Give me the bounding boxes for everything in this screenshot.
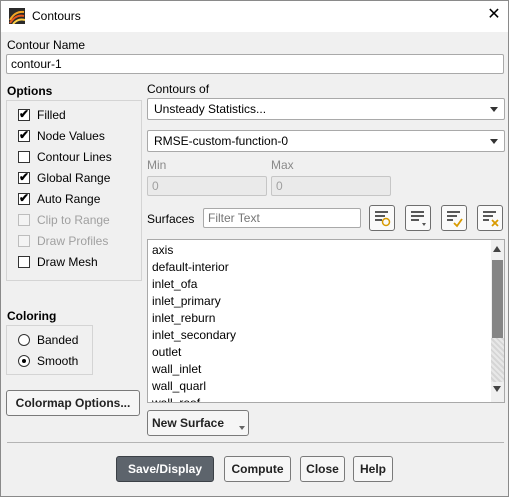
deselect-all-button[interactable] [477, 205, 503, 231]
list-item[interactable]: wall_inlet [152, 362, 201, 376]
close-icon[interactable]: ✕ [486, 7, 502, 23]
category-value: Unsteady Statistics... [154, 102, 267, 116]
smooth-label: Smooth [37, 354, 79, 368]
list-item[interactable]: outlet [152, 345, 181, 359]
auto-range-label: Auto Range [37, 192, 101, 206]
options-label: Options [7, 84, 53, 98]
radio-selected-dot [22, 359, 26, 363]
contours-dialog: Contours ✕ Contour Name contour-1 Option… [0, 0, 509, 497]
banded-radio[interactable] [18, 334, 30, 346]
field-value: RMSE-custom-function-0 [154, 134, 289, 148]
colormap-options-button[interactable]: Colormap Options... [6, 390, 140, 416]
contour-name-label: Contour Name [7, 38, 86, 52]
new-surface-button[interactable]: New Surface [147, 410, 249, 436]
min-label: Min [147, 158, 167, 172]
check-icon: ✔ [19, 107, 30, 121]
node-values-checkbox[interactable]: ✔ [18, 128, 30, 142]
global-range-label: Global Range [37, 171, 111, 185]
list-item[interactable]: axis [152, 243, 173, 257]
scroll-up-icon[interactable] [493, 246, 501, 252]
surface-filter-input[interactable] [203, 208, 361, 228]
global-range-checkbox[interactable]: ✔ [18, 170, 30, 184]
clip-to-range-checkbox [18, 214, 30, 226]
surfaces-list[interactable]: axis default-interior inlet_ofa inlet_pr… [147, 239, 505, 403]
close-button[interactable]: Close [300, 456, 345, 482]
separator [7, 442, 504, 443]
contours-of-category-dropdown[interactable]: Unsteady Statistics... [147, 98, 505, 120]
deselect-all-icon [483, 211, 499, 227]
list-item[interactable]: inlet_secondary [152, 328, 236, 342]
chevron-down-icon [490, 107, 498, 112]
list-item[interactable]: inlet_primary [152, 294, 221, 308]
check-icon: ✔ [19, 170, 30, 184]
coloring-label: Coloring [7, 309, 57, 323]
chevron-down-icon [490, 139, 498, 144]
draw-mesh-checkbox[interactable] [18, 256, 30, 268]
contour-lines-checkbox[interactable] [18, 151, 30, 163]
title-bar: Contours ✕ [1, 1, 508, 32]
contours-app-icon [9, 8, 25, 24]
draw-mesh-label: Draw Mesh [37, 255, 98, 269]
check-icon: ✔ [19, 128, 30, 142]
list-item[interactable]: inlet_reburn [152, 311, 215, 325]
list-item[interactable]: wall_quarl [152, 379, 206, 393]
save-display-button[interactable]: Save/Display [116, 456, 214, 482]
banded-label: Banded [37, 333, 79, 347]
check-icon: ✔ [19, 191, 30, 205]
list-item[interactable]: inlet_ofa [152, 277, 197, 291]
filled-checkbox[interactable]: ✔ [18, 107, 30, 121]
filled-label: Filled [37, 108, 66, 122]
draw-profiles-label: Draw Profiles [37, 234, 109, 248]
scroll-track[interactable] [491, 338, 504, 382]
auto-range-checkbox[interactable]: ✔ [18, 191, 30, 205]
select-all-button[interactable] [441, 205, 467, 231]
list-menu-icon [411, 211, 426, 226]
compute-button[interactable]: Compute [224, 456, 291, 482]
draw-profiles-checkbox [18, 235, 30, 247]
contours-of-label: Contours of [147, 82, 210, 96]
max-label: Max [271, 158, 294, 172]
filter-select-button[interactable] [369, 205, 395, 231]
new-surface-label: New Surface [152, 416, 225, 430]
smooth-radio[interactable] [18, 355, 30, 367]
list-scrollbar[interactable] [491, 240, 504, 402]
filter-select-icon [375, 211, 391, 227]
contour-name-input[interactable]: contour-1 [6, 54, 504, 74]
scroll-thumb[interactable] [492, 260, 503, 338]
chevron-down-icon [239, 426, 245, 430]
select-all-icon [447, 211, 463, 228]
list-item[interactable]: default-interior [152, 260, 229, 274]
list-item[interactable]: wall_roof [152, 396, 200, 402]
min-field: 0 [147, 176, 267, 196]
contour-lines-label: Contour Lines [37, 150, 112, 164]
window-title: Contours [32, 9, 81, 23]
max-field: 0 [271, 176, 391, 196]
clip-to-range-label: Clip to Range [37, 213, 110, 227]
surfaces-label: Surfaces [147, 212, 195, 226]
node-values-label: Node Values [37, 129, 105, 143]
contours-of-field-dropdown[interactable]: RMSE-custom-function-0 [147, 130, 505, 152]
scroll-down-icon[interactable] [493, 386, 501, 392]
list-menu-button[interactable] [405, 205, 431, 231]
help-button[interactable]: Help [353, 456, 393, 482]
